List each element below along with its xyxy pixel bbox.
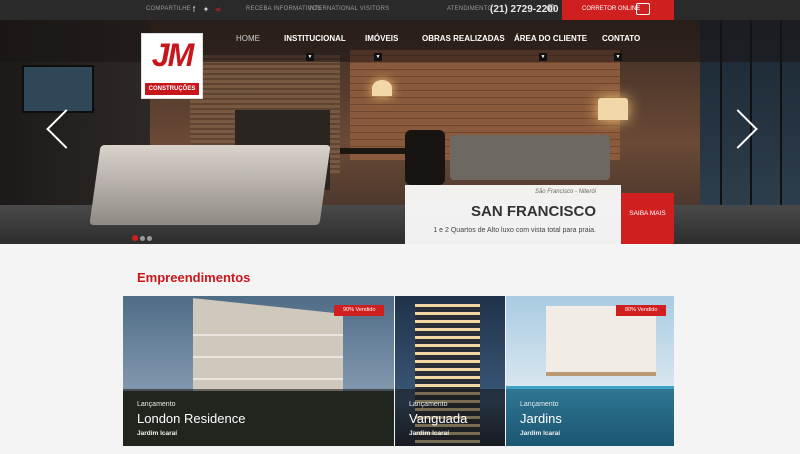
hero-scene-chair <box>405 130 445 185</box>
card-kind: Lançamento <box>409 401 448 408</box>
slide-description: 1 e 2 Quartos de Alto luxo com vista tot… <box>433 227 596 234</box>
nav-institucional-dropdown-icon[interactable]: ▼ <box>306 53 314 61</box>
hero-scene-tv <box>22 65 94 113</box>
card-area: Jardim Icaraí <box>520 430 561 437</box>
section-title: Empreendimentos <box>137 270 251 285</box>
logo-subtitle: CONSTRUÇÕES <box>145 83 199 95</box>
slide-title: SAN FRANCISCO <box>470 203 596 220</box>
logo-text: JM <box>151 37 194 73</box>
atendimento-label: ATENDIMENTO <box>447 6 493 12</box>
main-nav <box>0 20 800 62</box>
hero-scene-desk-lamp <box>372 80 392 96</box>
top-bar: COMPARTILHE f ✦ ⋖ RECEBA INFORMATIVOS IN… <box>0 0 800 20</box>
nav-obras-realizadas[interactable]: OBRAS REALIZADAS <box>422 34 505 43</box>
nav-imoveis[interactable]: IMÓVEIS <box>365 34 398 43</box>
slider-dot-3[interactable] <box>147 236 152 241</box>
phone-icon: ✆ <box>546 3 556 15</box>
property-card-jardins[interactable]: 80% Vendido Lançamento Jardins Jardim Ic… <box>506 296 674 446</box>
slider-dot-1[interactable] <box>132 235 138 241</box>
slider-dot-2[interactable] <box>140 236 145 241</box>
card-name: Jardins <box>520 411 562 426</box>
hero-scene-lamp <box>598 98 628 120</box>
card-kind: Lançamento <box>137 401 176 408</box>
nav-area-cliente-dropdown-icon[interactable]: ▼ <box>539 53 547 61</box>
corretor-online-button[interactable]: CORRETOR ONLINE <box>562 0 674 20</box>
card-name: Vanguada <box>409 411 468 426</box>
nav-contato[interactable]: CONTATO <box>602 34 640 43</box>
card-area: Jardim Icaraí <box>409 430 450 437</box>
share-icon[interactable]: ⋖ <box>213 4 223 15</box>
card-kind: Lançamento <box>520 401 559 408</box>
slider-dots <box>132 228 154 244</box>
nav-institucional[interactable]: INSTITUCIONAL <box>284 34 346 43</box>
nav-imoveis-dropdown-icon[interactable]: ▼ <box>374 53 382 61</box>
nav-area-do-cliente[interactable]: ÁREA DO CLIENTE <box>514 34 587 43</box>
hero-scene-bed <box>89 145 331 225</box>
share-label: COMPARTILHE <box>146 6 191 12</box>
twitter-icon[interactable]: ✦ <box>201 4 211 15</box>
sold-badge: 90% Vendido <box>334 305 385 316</box>
building-illustration <box>546 306 656 376</box>
slide-caption: São Francisco - Niterói SAN FRANCISCO 1 … <box>405 185 621 244</box>
saiba-mais-button[interactable]: SAIBA MAIS <box>621 193 674 244</box>
international-visitors-link[interactable]: INTERNATIONAL VISITORS <box>308 6 389 12</box>
chat-icon <box>636 3 650 15</box>
slide-location: São Francisco - Niterói <box>534 189 596 195</box>
sold-badge: 80% Vendido <box>616 305 667 316</box>
corretor-online-label: CORRETOR ONLINE <box>582 6 641 12</box>
property-card-vanguada[interactable]: Lançamento Vanguada Jardim Icaraí <box>395 296 505 446</box>
property-card-london[interactable]: 90% Vendido Lançamento London Residence … <box>123 296 394 446</box>
facebook-icon[interactable]: f <box>189 4 199 15</box>
jm-logo[interactable]: JM CONSTRUÇÕES <box>141 33 203 99</box>
hero-scene-sofa <box>450 135 610 180</box>
nav-home[interactable]: HOME <box>236 34 260 43</box>
card-area: Jardim Icaraí <box>137 430 178 437</box>
hero-slider: HOME INSTITUCIONAL ▼ IMÓVEIS ▼ OBRAS REA… <box>0 20 800 244</box>
nav-contato-dropdown-icon[interactable]: ▼ <box>614 53 622 61</box>
card-name: London Residence <box>137 411 246 426</box>
